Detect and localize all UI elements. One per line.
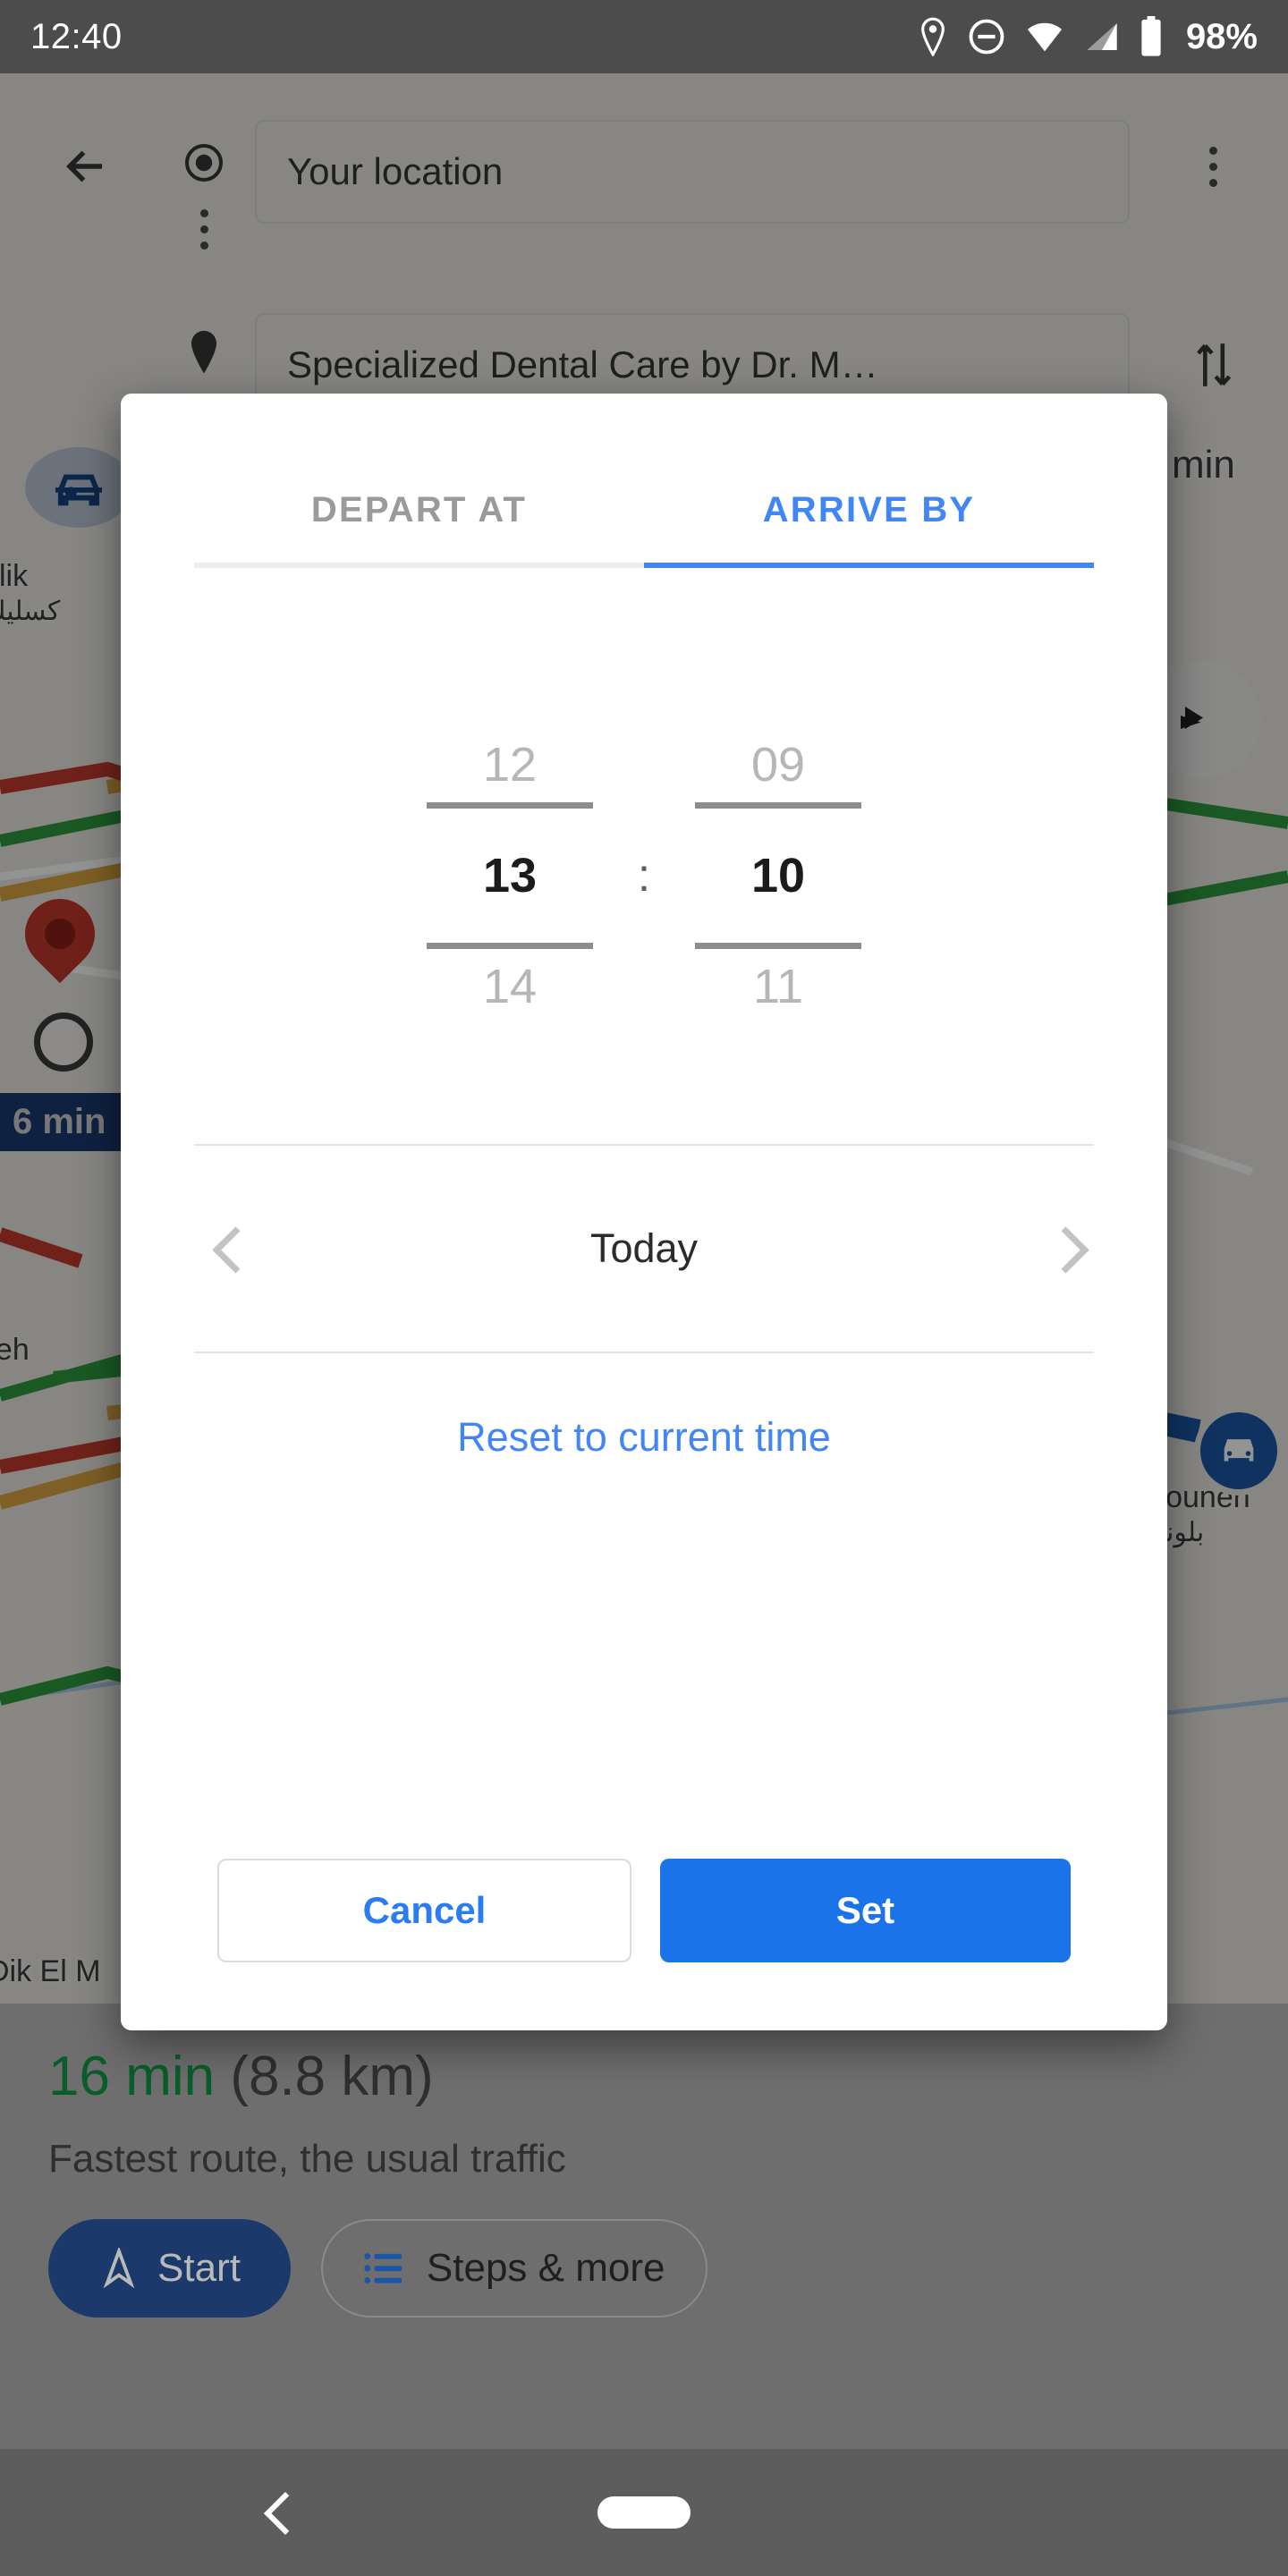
overflow-menu-button[interactable]: [1175, 123, 1250, 209]
overflow-menu-icon: [1208, 146, 1217, 187]
destination-value: Specialized Dental Care by Dr. M…: [287, 343, 878, 386]
tab-depart-at[interactable]: DEPART AT: [194, 490, 644, 568]
hour-next[interactable]: 14: [407, 962, 613, 1011]
route-description: Fastest route, the usual traffic: [48, 2137, 566, 2181]
start-button[interactable]: Start: [48, 2219, 291, 2318]
date-selector-row: Today: [121, 1146, 1167, 1352]
cancel-button[interactable]: Cancel: [217, 1859, 631, 1962]
date-label: Today: [589, 1225, 699, 1271]
status-time: 12:40: [30, 16, 123, 56]
route-eta: 16 min (8.8 km): [48, 2045, 1240, 2108]
battery-percentage: 98%: [1185, 16, 1258, 56]
status-icons: 98%: [918, 16, 1258, 57]
time-separator: :: [637, 850, 651, 902]
steps-and-more-button[interactable]: Steps & more: [320, 2219, 708, 2318]
hour-wheel[interactable]: 12 13 14: [407, 741, 613, 1011]
minute-selector-line-top: [695, 802, 861, 809]
dialog-tab-bar: DEPART AT ARRIVE BY: [194, 394, 1094, 568]
hour-selector-line-top: [427, 802, 593, 809]
minute-selected[interactable]: 10: [675, 852, 881, 900]
chevron-right-icon[interactable]: [1042, 1230, 1080, 1267]
back-button[interactable]: [43, 123, 129, 209]
origin-circle-icon: [185, 144, 223, 182]
wifi-icon: [1027, 22, 1063, 52]
minute-prev[interactable]: 09: [675, 741, 881, 789]
origin-icon-wrap: [172, 131, 236, 195]
destination-icon-wrap: [172, 322, 236, 386]
location-icon: [921, 17, 945, 56]
set-button[interactable]: Set: [660, 1859, 1071, 1962]
android-nav-bar: [0, 2449, 1288, 2576]
swap-arrows-icon: [1197, 343, 1232, 386]
destination-pin-icon: [191, 330, 216, 374]
navigation-arrow-icon: [103, 2248, 135, 2289]
directions-header: Your location Specialized Dental Care by…: [0, 73, 1288, 417]
route-connector-dots: [200, 209, 208, 250]
origin-value: Your location: [287, 150, 504, 192]
time-picker-dialog: DEPART AT ARRIVE BY 12 13 14 : 09 10 11 …: [121, 394, 1167, 2030]
start-label: Start: [157, 2246, 241, 2290]
swap-button[interactable]: [1175, 313, 1250, 417]
route-action-buttons: Start Steps & more: [48, 2219, 1240, 2318]
nav-home-pill[interactable]: [597, 2496, 691, 2529]
list-icon: [364, 2253, 402, 2284]
status-bar: 12:40 98%: [0, 0, 1288, 73]
minute-selector-line-bottom: [695, 943, 861, 949]
route-duration: 16 min: [48, 2046, 216, 2107]
minute-next[interactable]: 11: [675, 962, 881, 1011]
battery-icon: [1141, 16, 1161, 56]
hour-prev[interactable]: 12: [407, 741, 613, 789]
route-distance: (8.8 km): [230, 2046, 434, 2107]
hour-selector-line-bottom: [427, 943, 593, 949]
signal-icon: [1087, 23, 1117, 50]
time-picker[interactable]: 12 13 14 : 09 10 11: [121, 607, 1167, 1144]
nav-back-icon[interactable]: [259, 2495, 295, 2530]
dialog-actions: Cancel Set: [121, 1859, 1167, 2030]
minute-wheel[interactable]: 09 10 11: [675, 741, 881, 1011]
origin-field[interactable]: Your location: [255, 120, 1130, 224]
hour-selected[interactable]: 13: [407, 852, 613, 900]
back-arrow-icon: [66, 150, 103, 182]
tab-arrive-by[interactable]: ARRIVE BY: [644, 490, 1094, 568]
do-not-disturb-icon: [969, 19, 1004, 55]
route-bottom-sheet: 16 min (8.8 km) Fastest route, the usual…: [0, 1991, 1288, 2449]
chevron-left-icon[interactable]: [208, 1230, 246, 1267]
reset-to-current-time-link[interactable]: Reset to current time: [121, 1353, 1167, 1461]
steps-label: Steps & more: [426, 2246, 665, 2290]
